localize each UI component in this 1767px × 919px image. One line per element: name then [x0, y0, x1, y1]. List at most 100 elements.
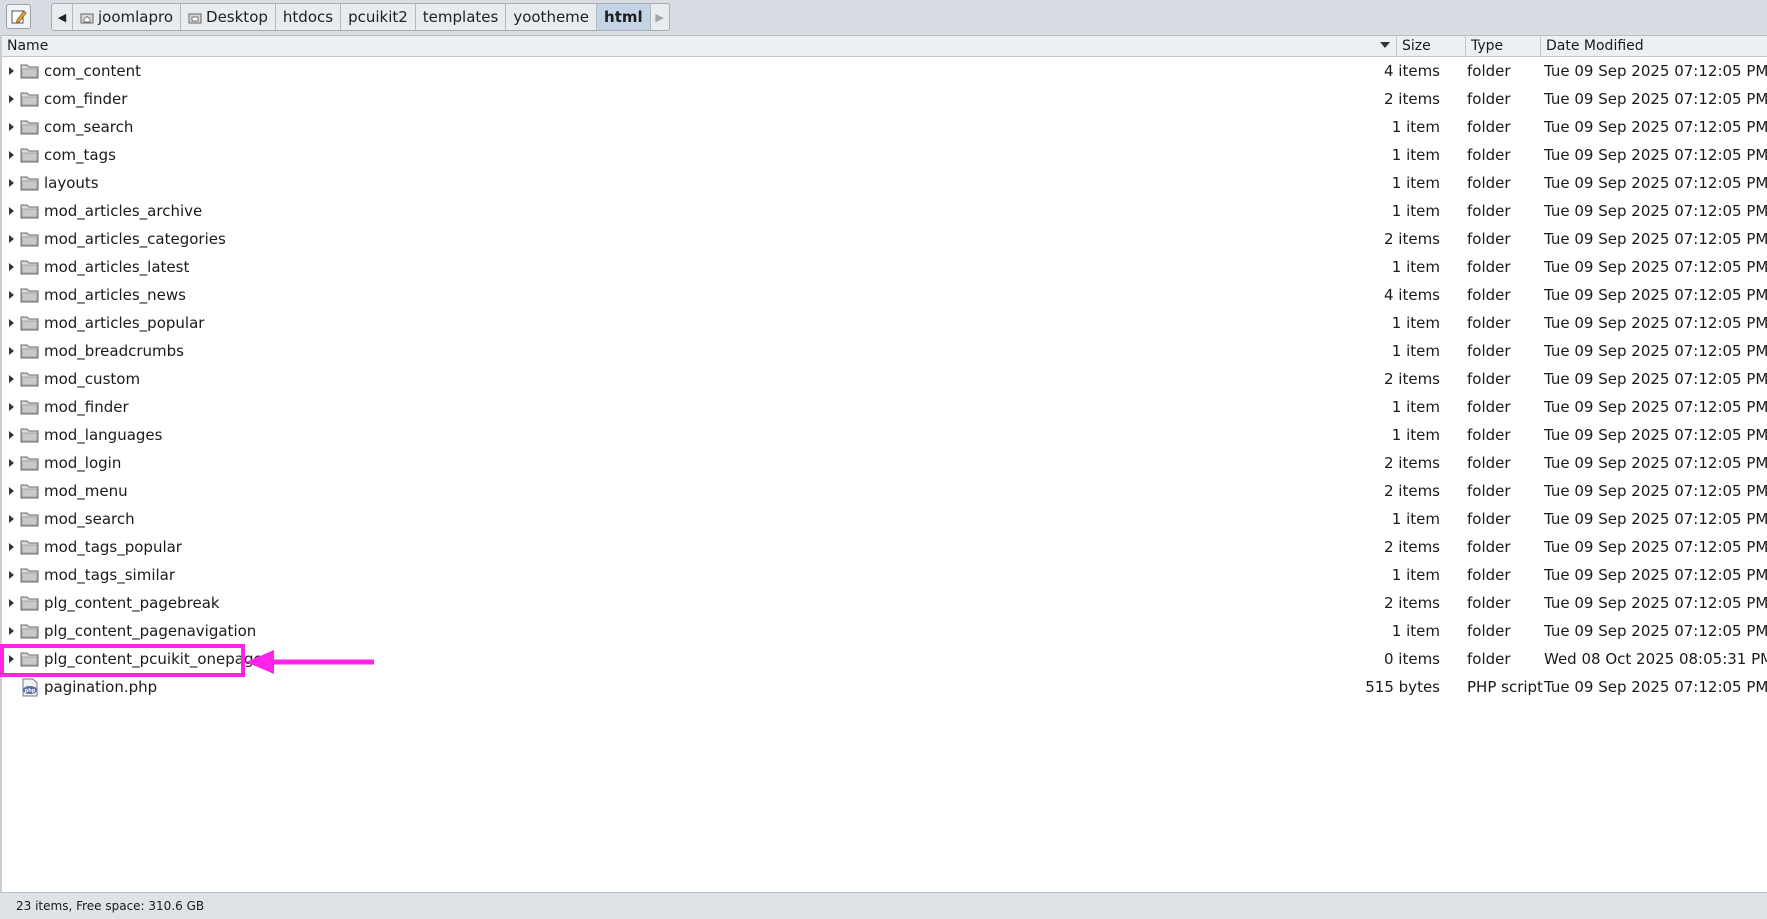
- table-row[interactable]: mod_languages 1 item folder Tue 09 Sep 2025…: [2, 421, 1767, 449]
- file-name: mod_articles_categories: [44, 230, 226, 248]
- table-row[interactable]: layouts 1 item folder Tue 09 Sep 2025 07:12…: [2, 169, 1767, 197]
- breadcrumb-item-html[interactable]: html: [597, 4, 651, 30]
- expand-arrow-icon[interactable]: [9, 543, 14, 551]
- breadcrumb-item-desktop[interactable]: Desktop: [181, 4, 276, 30]
- folder-icon: [20, 344, 39, 359]
- edit-location-button[interactable]: [6, 4, 31, 29]
- file-list: com_content 4 items folder Tue 09 Sep 2025 …: [2, 57, 1767, 701]
- expand-arrow-icon[interactable]: [9, 235, 14, 243]
- file-date: Tue 09 Sep 2025 07:12:05 PM IST: [1544, 90, 1767, 108]
- expand-arrow-icon[interactable]: [9, 459, 14, 467]
- table-row[interactable]: com_search 1 item folder Tue 09 Sep 2025 07…: [2, 113, 1767, 141]
- expand-arrow-icon[interactable]: [9, 627, 14, 635]
- expand-arrow-icon[interactable]: [9, 403, 14, 411]
- column-size-header[interactable]: Size: [1397, 36, 1466, 56]
- expand-arrow-icon[interactable]: [9, 95, 14, 103]
- file-size: 1 item: [1391, 258, 1440, 276]
- expand-arrow-icon[interactable]: [9, 179, 14, 187]
- breadcrumb-item-yootheme[interactable]: yootheme: [506, 4, 598, 30]
- expand-arrow-icon[interactable]: [9, 263, 14, 271]
- expand-arrow-icon[interactable]: [9, 487, 14, 495]
- file-size: 1 item: [1391, 174, 1440, 192]
- folder-icon: [20, 568, 39, 583]
- highlight-arrow-icon: [246, 650, 374, 674]
- highlight-box: [0, 644, 245, 677]
- file-date: Tue 09 Sep 2025 07:12:05 PM IST: [1544, 370, 1767, 388]
- breadcrumb-item-pcuikit2[interactable]: pcuikit2: [341, 4, 416, 30]
- file-size: 2 items: [1383, 370, 1440, 388]
- table-row[interactable]: mod_custom 2 items folder Tue 09 Sep 2025 0…: [2, 365, 1767, 393]
- file-type: folder: [1467, 146, 1511, 164]
- svg-text:php: php: [25, 688, 36, 694]
- expand-arrow-icon[interactable]: [9, 375, 14, 383]
- table-row[interactable]: mod_breadcrumbs 1 item folder Tue 09 Sep 20…: [2, 337, 1767, 365]
- table-row[interactable]: plg_content_pagenavigation 1 item folder Tu…: [2, 617, 1767, 645]
- column-type-header[interactable]: Type: [1466, 36, 1541, 56]
- folder-icon: [20, 120, 39, 135]
- toolbar: ◀ joomlapro Desktop htdocs pcuikit2 temp…: [0, 0, 1767, 36]
- expand-arrow-icon[interactable]: [9, 123, 14, 131]
- file-size: 1 item: [1391, 314, 1440, 332]
- sort-descending-icon: [1380, 42, 1390, 48]
- table-row[interactable]: com_tags 1 item folder Tue 09 Sep 2025 07:1…: [2, 141, 1767, 169]
- expand-arrow-icon[interactable]: [9, 431, 14, 439]
- folder-icon: [20, 92, 39, 107]
- breadcrumb-label: joomlapro: [98, 8, 174, 26]
- file-type: folder: [1467, 566, 1511, 584]
- column-name-header[interactable]: Name: [2, 36, 1397, 56]
- table-row[interactable]: mod_articles_popular 1 item folder Tue 09 S…: [2, 309, 1767, 337]
- file-type: folder: [1467, 594, 1511, 612]
- expand-arrow-icon[interactable]: [9, 319, 14, 327]
- file-name: mod_tags_popular: [44, 538, 182, 556]
- file-date: Tue 09 Sep 2025 07:12:05 PM IST: [1544, 678, 1767, 696]
- expand-arrow-icon[interactable]: [9, 207, 14, 215]
- file-type: folder: [1467, 62, 1511, 80]
- file-name: mod_articles_latest: [44, 258, 190, 276]
- table-row[interactable]: mod_search 1 item folder Tue 09 Sep 2025 07…: [2, 505, 1767, 533]
- table-row[interactable]: mod_articles_archive 1 item folder Tue 09 S…: [2, 197, 1767, 225]
- folder-icon: [20, 176, 39, 191]
- breadcrumb: ◀ joomlapro Desktop htdocs pcuikit2 temp…: [51, 3, 670, 31]
- table-row[interactable]: mod_finder 1 item folder Tue 09 Sep 2025 07…: [2, 393, 1767, 421]
- file-date: Tue 09 Sep 2025 07:12:05 PM IST: [1544, 146, 1767, 164]
- file-type: folder: [1467, 454, 1511, 472]
- folder-icon: [20, 540, 39, 555]
- table-row[interactable]: mod_login 2 items folder Tue 09 Sep 2025 07…: [2, 449, 1767, 477]
- breadcrumb-back-button[interactable]: ◀: [52, 4, 73, 30]
- file-type: folder: [1467, 426, 1511, 444]
- file-name: plg_content_pagenavigation: [44, 622, 257, 640]
- breadcrumb-forward-button[interactable]: ▶: [651, 4, 669, 30]
- table-row[interactable]: mod_menu 2 items folder Tue 09 Sep 2025 07:…: [2, 477, 1767, 505]
- status-text: 23 items, Free space: 310.6 GB: [16, 899, 205, 913]
- column-date-header[interactable]: Date Modified: [1541, 36, 1767, 56]
- expand-arrow-icon[interactable]: [9, 515, 14, 523]
- expand-arrow-icon[interactable]: [9, 67, 14, 75]
- table-row[interactable]: mod_articles_news 4 items folder Tue 09 Sep…: [2, 281, 1767, 309]
- file-size: 2 items: [1383, 454, 1440, 472]
- table-row[interactable]: mod_articles_latest 1 item folder Tue 09 Se…: [2, 253, 1767, 281]
- expand-arrow-icon[interactable]: [9, 347, 14, 355]
- table-row[interactable]: plg_content_pagebreak 2 items folder Tue 09…: [2, 589, 1767, 617]
- breadcrumb-item-joomlapro[interactable]: joomlapro: [73, 4, 182, 30]
- table-row[interactable]: com_finder 2 items folder Tue 09 Sep 2025 0…: [2, 85, 1767, 113]
- expand-arrow-icon[interactable]: [9, 151, 14, 159]
- table-row[interactable]: com_content 4 items folder Tue 09 Sep 2025 …: [2, 57, 1767, 85]
- file-date: Tue 09 Sep 2025 07:12:05 PM IST: [1544, 426, 1767, 444]
- expand-arrow-icon[interactable]: [9, 571, 14, 579]
- expand-arrow-icon[interactable]: [9, 599, 14, 607]
- folder-icon: [20, 456, 39, 471]
- table-row[interactable]: mod_tags_popular 2 items folder Tue 09 Sep …: [2, 533, 1767, 561]
- table-row[interactable]: php pagination.php 515 bytes PHP script Tue …: [2, 673, 1767, 701]
- folder-icon: [20, 428, 39, 443]
- column-type-label: Type: [1471, 38, 1504, 54]
- file-size: 1 item: [1391, 622, 1440, 640]
- breadcrumb-item-htdocs[interactable]: htdocs: [276, 4, 342, 30]
- breadcrumb-item-templates[interactable]: templates: [416, 4, 507, 30]
- file-size: 1 item: [1391, 342, 1440, 360]
- table-row[interactable]: mod_articles_categories 2 items folder Tue …: [2, 225, 1767, 253]
- table-row[interactable]: mod_tags_similar 1 item folder Tue 09 Sep 2…: [2, 561, 1767, 589]
- folder-icon: [20, 484, 39, 499]
- file-type: folder: [1467, 174, 1511, 192]
- file-size: 1 item: [1391, 118, 1440, 136]
- expand-arrow-icon[interactable]: [9, 291, 14, 299]
